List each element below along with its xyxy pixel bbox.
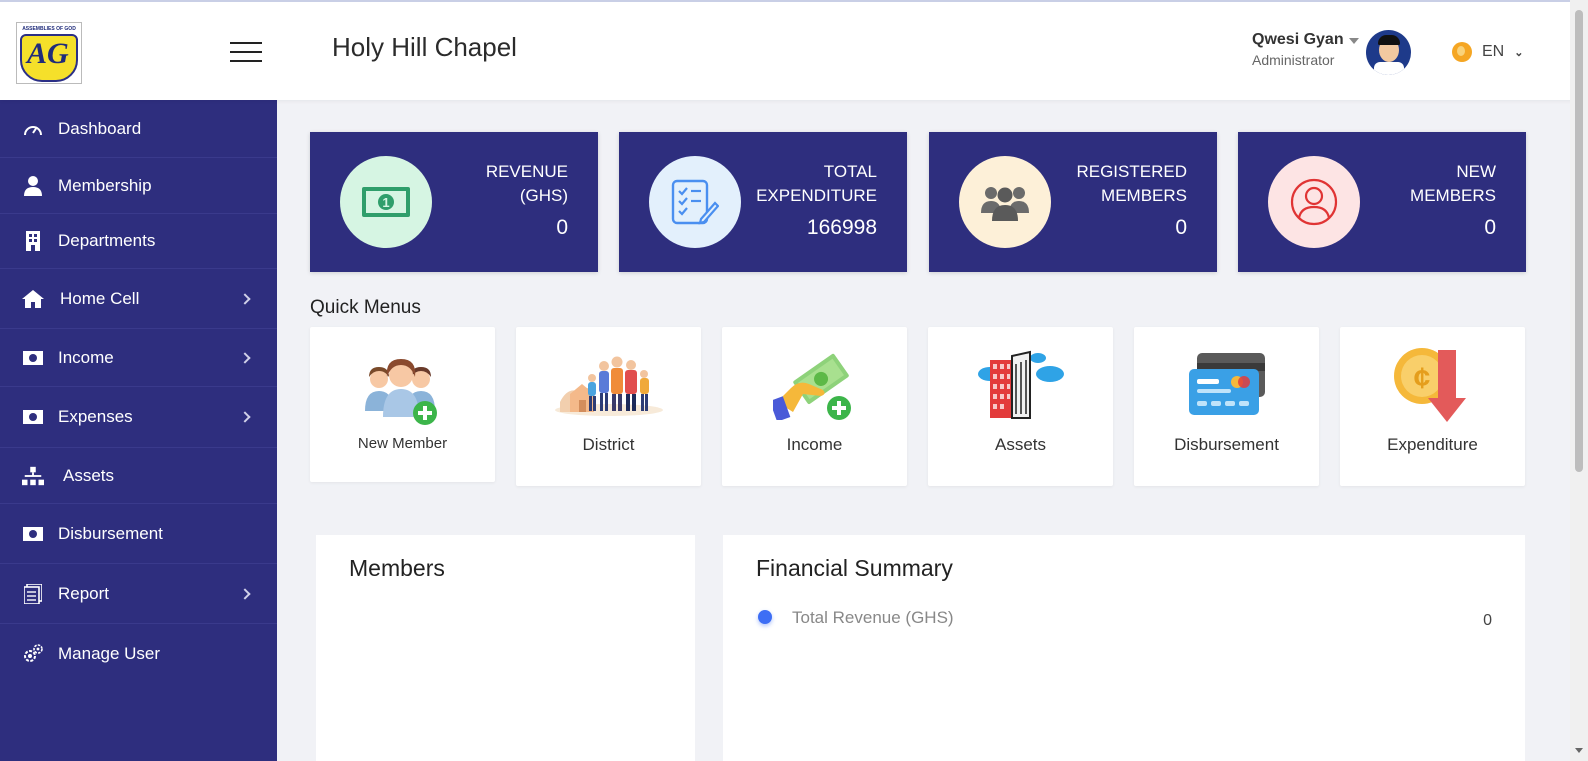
user-icon: [22, 175, 44, 196]
sidebar-item-label: Home Cell: [60, 288, 140, 308]
group-icon: [959, 156, 1051, 248]
stat-card-registered-members[interactable]: REGISTERED MEMBERS 0: [929, 132, 1217, 272]
scroll-down-icon[interactable]: [1575, 748, 1583, 753]
church-logo[interactable]: ASSEMBLIES OF GOD AG: [16, 22, 82, 84]
building-icon: [22, 231, 44, 251]
sidebar-item-membership[interactable]: Membership: [0, 158, 277, 214]
add-member-icon: [310, 355, 495, 427]
report-icon: [22, 583, 44, 604]
quick-menu-assets[interactable]: Assets: [928, 327, 1113, 486]
quick-menu-label: District: [582, 435, 635, 454]
quick-menu-disbursement[interactable]: Disbursement: [1134, 327, 1319, 486]
money-icon: [22, 524, 44, 544]
scrollbar[interactable]: [1570, 0, 1588, 761]
sidebar-item-manage-user[interactable]: Manage User: [0, 624, 277, 684]
svg-text:¢: ¢: [1413, 362, 1430, 395]
quick-menus-title: Quick Menus: [310, 297, 421, 318]
sidebar-item-dashboard[interactable]: Dashboard: [0, 100, 277, 158]
members-panel: Members: [316, 535, 695, 761]
stat-value: 0: [1175, 216, 1187, 239]
legend-value: 0: [1483, 612, 1492, 629]
cash-hand-icon: [722, 349, 907, 421]
quick-menu-label: Assets: [994, 435, 1047, 454]
user-circle-icon: [1268, 156, 1360, 248]
stat-card-total-expenditure[interactable]: TOTAL EXPENDITURE 166998: [619, 132, 907, 272]
speedometer-icon: [22, 119, 44, 139]
sidebar-item-home-cell[interactable]: Home Cell: [0, 269, 277, 329]
cash-icon: 1: [340, 156, 432, 248]
menu-toggle-icon[interactable]: [230, 42, 262, 64]
logo-letters: AG: [27, 37, 69, 70]
sidebar-item-expenses[interactable]: Expenses: [0, 387, 277, 448]
chevron-right-icon: [239, 292, 251, 305]
money-icon: [22, 407, 44, 427]
sitemap-icon: [22, 466, 44, 486]
sidebar-item-label: Report: [58, 583, 110, 603]
stat-label: NEW MEMBERS: [1410, 162, 1496, 205]
stat-value: 0: [556, 216, 568, 239]
sidebar-item-label: Income: [58, 347, 114, 367]
sidebar-item-label: Membership: [58, 175, 152, 195]
legend-label: Total Revenue (GHS): [792, 608, 954, 627]
quick-menu-label: Expenditure: [1387, 435, 1478, 454]
stat-value: 166998: [806, 216, 877, 239]
sidebar: Dashboard Membership Departments Home Ce…: [0, 100, 277, 761]
chevron-right-icon: [239, 351, 251, 364]
language-label: EN: [1482, 43, 1505, 60]
user-name[interactable]: Qwesi Gyan: [1252, 31, 1344, 49]
chevron-right-icon: [239, 411, 251, 423]
stat-value: 0: [1484, 216, 1496, 239]
page-title: Holy Hill Chapel: [332, 32, 517, 62]
financial-summary-panel: Financial Summary Total Revenue (GHS) 0: [723, 535, 1525, 761]
sidebar-item-label: Expenses: [58, 407, 133, 426]
panel-title: Financial Summary: [756, 555, 953, 581]
top-bar: ASSEMBLIES OF GOD AG Holy Hill Chapel Qw…: [0, 0, 1588, 100]
logo-text: ASSEMBLIES OF GOD: [22, 26, 76, 32]
stat-card-new-members[interactable]: NEW MEMBERS 0: [1238, 132, 1526, 272]
user-role: Administrator: [1252, 52, 1335, 68]
quick-menu-label: Disbursement: [1174, 435, 1279, 454]
buildings-icon: [928, 349, 1113, 421]
user-menu-caret-icon[interactable]: [1349, 38, 1359, 44]
sidebar-item-label: Disbursement: [58, 523, 163, 543]
language-selector[interactable]: EN ⌄: [1452, 42, 1523, 62]
sidebar-item-report[interactable]: Report: [0, 564, 277, 624]
stat-label: TOTAL EXPENDITURE: [756, 162, 877, 205]
quick-menu-expenditure[interactable]: ¢ Expenditure: [1340, 327, 1525, 486]
sidebar-item-label: Dashboard: [58, 118, 142, 138]
quick-menu-income[interactable]: Income: [722, 327, 907, 486]
sidebar-item-label: Assets: [63, 465, 115, 485]
sidebar-item-assets[interactable]: Assets: [0, 448, 277, 504]
svg-text:1: 1: [382, 195, 389, 210]
quick-menu-label: Income: [786, 435, 843, 454]
stat-card-revenue[interactable]: 1 REVENUE (GHS) 0: [310, 132, 598, 272]
quick-menu-label: New Member: [357, 435, 448, 452]
legend-dot: [758, 610, 772, 624]
stat-label: REGISTERED MEMBERS: [1076, 162, 1187, 205]
panel-title: Members: [349, 555, 445, 581]
credit-card-icon: [1134, 349, 1319, 421]
sidebar-item-disbursement[interactable]: Disbursement: [0, 504, 277, 564]
gears-icon: [22, 644, 44, 664]
avatar[interactable]: [1366, 30, 1411, 75]
sidebar-item-label: Manage User: [58, 644, 161, 663]
family-icon: [516, 349, 701, 421]
chevron-right-icon: [239, 587, 251, 600]
chevron-down-icon: ⌄: [1514, 46, 1524, 59]
scrollbar-thumb[interactable]: [1575, 10, 1583, 472]
home-icon: [22, 289, 44, 309]
sidebar-item-income[interactable]: Income: [0, 329, 277, 387]
quick-menu-new-member[interactable]: New Member: [310, 327, 495, 482]
globe-icon: [1452, 42, 1472, 62]
sidebar-item-label: Departments: [58, 231, 156, 250]
quick-menu-district[interactable]: District: [516, 327, 701, 486]
user-menu[interactable]: Qwesi Gyan Administrator: [1252, 31, 1344, 68]
sidebar-item-departments[interactable]: Departments: [0, 214, 277, 269]
money-icon: [22, 348, 44, 368]
stat-label: REVENUE (GHS): [485, 162, 568, 205]
checklist-icon: [649, 156, 741, 248]
coin-down-icon: ¢: [1340, 348, 1525, 422]
